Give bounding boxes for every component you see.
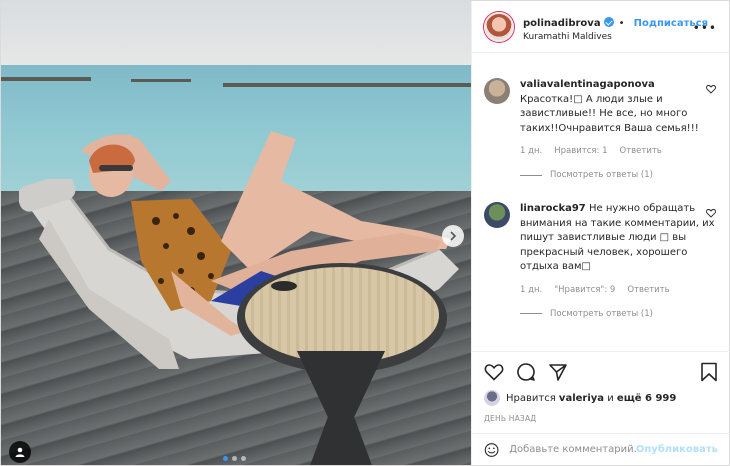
post-location[interactable]: Kuramathi Maldives: [523, 32, 708, 43]
view-replies-label: Посмотреть ответы (1): [550, 170, 653, 180]
author-username[interactable]: polinadibrova: [523, 18, 601, 29]
likes-and: и: [607, 392, 614, 404]
comment-meta: 1 дн. "Нравится": 9 Ответить: [520, 285, 716, 295]
carousel-dot-active: [223, 456, 228, 461]
comments-list[interactable]: valiavalentinagaponova Красотка!□ А люди…: [472, 54, 730, 348]
reply-button[interactable]: Ответить: [620, 146, 662, 156]
comment-body: linarocka97 Не нужно обращать внимания н…: [520, 202, 716, 275]
comment-icon[interactable]: [516, 362, 536, 382]
replies-divider: [520, 313, 542, 314]
photo-jetty: [1, 77, 91, 81]
likes-summary: Нравится valeriya и ещё 6 999: [484, 390, 718, 406]
commenter-username[interactable]: valiavalentinagaponova: [520, 79, 655, 90]
comment-item: valiavalentinagaponova Красотка!□ А люди…: [484, 78, 716, 180]
photo-jetty: [131, 79, 191, 82]
action-icons: [484, 360, 718, 384]
comment-item: linarocka97 Не нужно обращать внимания н…: [484, 202, 716, 319]
add-comment-bar: Опубликовать: [472, 433, 730, 465]
photo-jetty: [223, 83, 471, 87]
post-actions: Нравится valeriya и ещё 6 999 ДЕНЬ НАЗАД: [472, 351, 730, 423]
view-replies-label: Посмотреть ответы (1): [550, 308, 653, 319]
author-avatar[interactable]: [484, 11, 514, 42]
carousel-dot: [232, 456, 237, 461]
comment-text: Красотка!□ А люди злые и завистливые!! Н…: [520, 93, 699, 134]
post-sidebar: polinadibrova • Подписаться Kuramathi Ma…: [471, 1, 730, 465]
comment-likes[interactable]: Нравится: 1: [554, 146, 607, 156]
commenter-username[interactable]: linarocka97: [520, 203, 586, 214]
liker-username[interactable]: valeriya: [559, 393, 604, 404]
comment-input[interactable]: [509, 444, 636, 455]
view-replies-button[interactable]: Посмотреть ответы (1): [520, 170, 716, 180]
verified-badge-icon: [603, 16, 614, 27]
chevron-right-icon: [450, 231, 457, 241]
comment-body: valiavalentinagaponova Красотка!□ А люди…: [520, 78, 716, 136]
liker-avatar[interactable]: [484, 390, 500, 406]
replies-divider: [520, 174, 542, 176]
post-header: polinadibrova • Подписаться Kuramathi Ma…: [472, 1, 729, 53]
heart-icon[interactable]: [484, 362, 504, 382]
ellipsis-icon[interactable]: •••: [693, 21, 717, 35]
tagged-user-button[interactable]: [9, 441, 31, 463]
heart-icon[interactable]: [706, 208, 716, 218]
comment-time: 1 дн.: [520, 146, 543, 156]
instagram-post: polinadibrova • Подписаться Kuramathi Ma…: [0, 0, 730, 466]
user-tag-icon: [15, 447, 25, 457]
comment-likes[interactable]: "Нравится": 9: [554, 285, 615, 295]
reply-button[interactable]: Ответить: [627, 285, 669, 295]
comment-time: 1 дн.: [520, 284, 543, 295]
photo-sky: [1, 1, 471, 71]
comment-meta: 1 дн. Нравится: 1 Ответить: [520, 146, 716, 156]
bookmark-icon[interactable]: [700, 362, 718, 382]
likes-count[interactable]: ещё 6 999: [617, 393, 676, 404]
post-photo[interactable]: [1, 1, 471, 465]
carousel-dots: [223, 456, 246, 461]
photo-table-hole: [271, 281, 297, 291]
commenter-avatar[interactable]: [484, 78, 510, 104]
header-separator: •: [618, 17, 625, 29]
share-icon[interactable]: [548, 362, 568, 382]
heart-icon[interactable]: [706, 84, 716, 94]
likes-prefix: Нравится: [506, 392, 556, 404]
view-replies-button[interactable]: Посмотреть ответы (1): [520, 309, 716, 319]
commenter-avatar[interactable]: [484, 202, 510, 228]
carousel-dot: [241, 456, 246, 461]
carousel-next-button[interactable]: [442, 225, 464, 247]
post-date[interactable]: ДЕНЬ НАЗАД: [484, 414, 718, 423]
publish-button[interactable]: Опубликовать: [636, 444, 718, 455]
emoji-icon[interactable]: [484, 441, 499, 459]
